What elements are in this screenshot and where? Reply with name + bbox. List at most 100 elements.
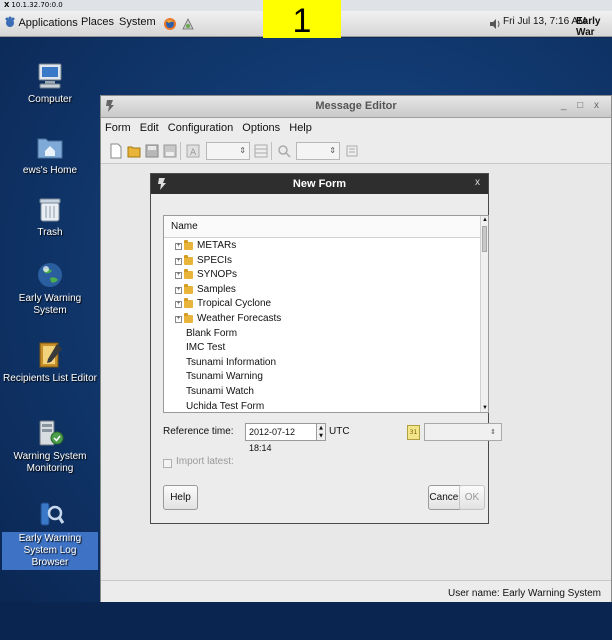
log-browser-icon xyxy=(40,502,65,526)
reference-time-spinner[interactable]: ▲ ▼ xyxy=(317,423,326,441)
menu-help[interactable]: Help xyxy=(289,122,312,134)
font-icon[interactable]: A xyxy=(186,143,200,159)
applications-menu[interactable]: Applications xyxy=(4,16,78,29)
reference-time-input[interactable]: 2012-07-12 18:14 xyxy=(245,423,317,453)
format-icon[interactable] xyxy=(345,143,359,159)
clock[interactable]: Fri Jul 13, 7:16 AM xyxy=(503,16,586,27)
save-icon[interactable] xyxy=(145,143,159,159)
window-controls[interactable]: _ □ x xyxy=(561,100,603,111)
expand-icon[interactable]: + xyxy=(175,286,182,294)
tree-form-label: Tsunami Watch xyxy=(186,385,254,397)
message-editor-titlebar[interactable]: Message Editor _ □ x xyxy=(101,96,611,118)
folder-icon xyxy=(184,254,193,265)
import-latest-checkbox[interactable] xyxy=(163,459,172,468)
firefox-icon[interactable] xyxy=(163,17,177,31)
applications-menu-label: Applications xyxy=(18,17,78,29)
desktop-icon-recipients-list-editor[interactable]: Recipients List Editor xyxy=(2,340,98,385)
new-form-title: New Form xyxy=(292,178,347,190)
reference-time-label: Reference time: xyxy=(163,426,234,437)
desktop-icon-warning-system-monitoring[interactable]: Warning System Monitoring xyxy=(2,418,98,475)
folder-icon xyxy=(184,269,193,280)
desktop-icon-home[interactable]: ews's Home xyxy=(2,132,98,177)
folder-icon xyxy=(184,298,193,309)
tree-folder-row[interactable]: + Tropical Cyclone xyxy=(164,297,490,312)
tree-form-row[interactable]: IMC Test xyxy=(164,341,490,356)
tree-folder-label: Tropical Cyclone xyxy=(197,298,272,310)
time-offset-combo[interactable]: ⇕ xyxy=(424,423,502,441)
home-folder-icon xyxy=(37,138,63,159)
expand-icon[interactable]: + xyxy=(175,315,182,323)
tree-scrollbar[interactable]: ▲ ▼ xyxy=(480,216,488,412)
svg-text:A: A xyxy=(190,148,197,158)
computer-icon xyxy=(38,63,62,89)
trash-icon xyxy=(39,198,61,222)
scrollbar-thumb[interactable] xyxy=(482,226,487,252)
tree-header-name[interactable]: Name xyxy=(164,216,488,238)
tree-folder-row[interactable]: + METARs xyxy=(164,239,490,254)
desktop-icon-label: Recipients List Editor xyxy=(3,373,97,384)
font-size-combo[interactable]: ⇕ xyxy=(206,142,250,160)
cancel-button[interactable]: Cancel xyxy=(428,485,462,510)
expand-icon[interactable]: + xyxy=(175,272,182,280)
session-user-label[interactable]: Early War xyxy=(576,16,612,38)
import-latest-label: Import latest: xyxy=(176,456,234,467)
folder-icon xyxy=(184,240,193,250)
menu-options[interactable]: Options xyxy=(242,122,280,134)
message-editor-menubar: Form Edit Configuration Options Help xyxy=(101,118,611,138)
globe-app-icon xyxy=(38,263,62,287)
tree-form-row[interactable]: Tsunami Watch xyxy=(164,385,490,400)
zoom-icon[interactable] xyxy=(277,143,291,159)
help-button[interactable]: Help xyxy=(163,485,198,510)
table-icon[interactable] xyxy=(254,143,268,159)
new-form-titlebar[interactable]: New Form x xyxy=(151,174,488,194)
desktop-icon-computer[interactable]: Computer xyxy=(2,61,98,106)
system-menu[interactable]: System xyxy=(119,16,156,28)
menu-configuration[interactable]: Configuration xyxy=(168,122,233,134)
tree-form-row[interactable]: Tsunami Information xyxy=(164,356,490,371)
desktop-bottom xyxy=(0,602,612,640)
desktop-icon-trash[interactable]: Trash xyxy=(2,194,98,239)
new-document-icon[interactable] xyxy=(109,143,123,159)
menu-form[interactable]: Form xyxy=(105,122,131,134)
monitoring-icon xyxy=(39,420,64,446)
desktop-icon-label: Early Warning System xyxy=(18,293,82,316)
desktop-icon-log-browser[interactable]: Early Warning System Log Browser xyxy=(2,499,98,570)
volume-icon[interactable] xyxy=(488,17,502,31)
tree-form-row[interactable]: Uchida Test Form xyxy=(164,400,490,415)
scroll-down-arrow-icon[interactable]: ▼ xyxy=(482,405,488,411)
tree-folder-row[interactable]: + SYNOPs xyxy=(164,268,490,283)
close-button[interactable]: x xyxy=(475,177,480,188)
tree-form-label: Tsunami Information xyxy=(186,356,277,368)
save-as-icon[interactable] xyxy=(163,143,177,159)
desktop-icon-label: Trash xyxy=(37,227,63,238)
tree-folder-row[interactable]: + Samples xyxy=(164,283,490,298)
places-menu[interactable]: Places xyxy=(81,16,114,28)
tree-folder-label: SPECIs xyxy=(197,254,233,266)
expand-icon[interactable]: + xyxy=(175,243,182,250)
utc-label: UTC xyxy=(329,426,350,437)
calendar-icon[interactable]: 31 xyxy=(407,425,420,440)
system-tools-icon[interactable] xyxy=(181,17,195,31)
remote-session-address: 10.1.32.70:0.0 xyxy=(11,1,63,9)
tree-form-label: Uchida Test Form xyxy=(186,400,265,412)
tree-form-row[interactable]: Blank Form xyxy=(164,327,490,342)
expand-icon[interactable]: + xyxy=(175,257,182,265)
tree-folder-label: SYNOPs xyxy=(197,269,238,281)
tree-folder-label: Weather Forecasts xyxy=(197,312,282,324)
open-folder-icon[interactable] xyxy=(127,143,141,159)
tree-folder-row[interactable]: + Weather Forecasts xyxy=(164,312,490,327)
gnome-foot-icon xyxy=(5,16,15,27)
desktop-icon-label: ews's Home xyxy=(22,165,78,176)
toolbar-separator xyxy=(271,142,272,160)
ok-button[interactable]: OK xyxy=(459,485,485,510)
folder-icon xyxy=(184,283,193,294)
notepad-pen-icon xyxy=(39,342,62,368)
form-tree[interactable]: Name + METARs + SPECIs + SYNOPs + Samples + T… xyxy=(163,215,489,413)
scroll-up-arrow-icon[interactable]: ▲ xyxy=(482,217,488,223)
tree-folder-row[interactable]: + SPECIs xyxy=(164,254,490,269)
menu-edit[interactable]: Edit xyxy=(140,122,159,134)
desktop-icon-early-warning-system[interactable]: Early Warning System xyxy=(2,260,98,317)
tree-form-row[interactable]: Tsunami Warning xyxy=(164,370,490,385)
zoom-combo[interactable]: ⇕ xyxy=(296,142,340,160)
expand-icon[interactable]: + xyxy=(175,301,182,309)
